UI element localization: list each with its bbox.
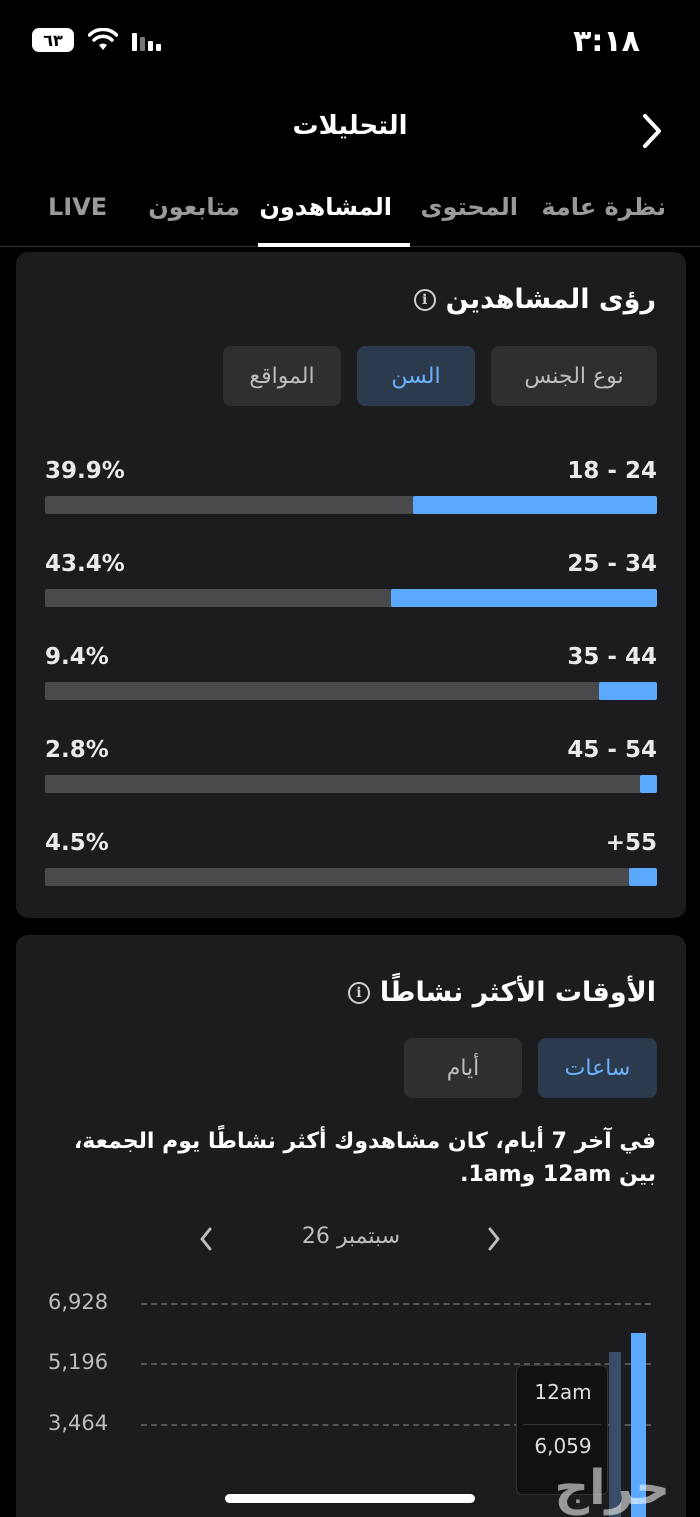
back-button[interactable]	[632, 109, 672, 153]
next-date-button[interactable]	[479, 1224, 509, 1254]
tooltip-divider	[523, 1424, 601, 1425]
y-tick-label: 5,196	[48, 1350, 109, 1374]
age-row: 18 - 24 39.9%	[45, 458, 657, 518]
age-range-label: 35 - 44	[567, 644, 657, 670]
status-bar: ٦٣ ٣:١٨	[0, 0, 700, 90]
age-bar-fill	[629, 868, 657, 886]
active-times-title-text: الأوقات الأكثر نشاطًا	[379, 977, 656, 1008]
viewers-insights-title-text: رؤى المشاهدين	[445, 284, 656, 315]
y-tick-label: 6,928	[48, 1290, 109, 1314]
age-percent-label: 4.5%	[45, 830, 109, 856]
info-icon[interactable]: i	[413, 288, 436, 311]
age-bar-track	[45, 589, 657, 607]
header: التحليلات	[0, 95, 700, 165]
age-percent-label: 43.4%	[45, 551, 125, 577]
watermark-logo: حراج	[554, 1460, 671, 1516]
date-label: 26 سبتمبر	[301, 1224, 401, 1249]
age-row: 25 - 34 43.4%	[45, 551, 657, 611]
home-indicator[interactable]	[225, 1494, 475, 1503]
age-range-label: +55	[605, 830, 657, 856]
age-bar-fill	[412, 496, 657, 514]
active-tab-indicator	[258, 243, 410, 247]
active-times-card: الأوقات الأكثر نشاطًا i ساعات أيام في آخ…	[16, 935, 686, 1517]
active-times-title: الأوقات الأكثر نشاطًا i	[347, 977, 656, 1008]
age-range-label: 45 - 54	[567, 737, 657, 763]
age-percent-label: 39.9%	[45, 458, 125, 484]
tooltip-time: 12am	[534, 1380, 592, 1404]
tab-content[interactable]: المحتوى	[421, 193, 518, 221]
y-tick-label: 3,464	[48, 1411, 109, 1435]
age-range-label: 18 - 24	[567, 458, 657, 484]
status-icons: ٦٣	[32, 28, 164, 52]
grid-line	[141, 1303, 651, 1305]
tab-overview[interactable]: نظرة عامة	[541, 193, 666, 221]
battery-icon: ٦٣	[32, 28, 74, 52]
active-times-summary: في آخر 7 أيام، كان مشاهدوك أكثر نشاطًا ي…	[73, 1129, 656, 1187]
age-bar-fill	[639, 775, 657, 793]
info-icon[interactable]: i	[347, 981, 370, 1004]
viewers-insights-title: رؤى المشاهدين i	[413, 284, 656, 315]
segment-gender[interactable]: نوع الجنس	[491, 346, 657, 406]
age-range-label: 25 - 34	[567, 551, 657, 577]
age-bar-fill	[599, 682, 657, 700]
age-percent-label: 9.4%	[45, 644, 109, 670]
age-bar-track	[45, 775, 657, 793]
chevron-right-icon	[643, 114, 661, 148]
segment-locations[interactable]: المواقع	[223, 346, 341, 406]
segment-age[interactable]: السن	[357, 346, 475, 406]
age-bar-track	[45, 682, 657, 700]
age-percent-label: 2.8%	[45, 737, 109, 763]
page-title: التحليلات	[292, 111, 408, 141]
tab-viewers[interactable]: المشاهدون	[259, 193, 392, 221]
age-row: +55 4.5%	[45, 830, 657, 890]
age-bar-fill	[391, 589, 657, 607]
tab-bar: نظرة عامة المحتوى المشاهدون متابعون LIVE	[0, 175, 700, 247]
age-row: 45 - 54 2.8%	[45, 737, 657, 797]
segment-hours[interactable]: ساعات	[538, 1038, 657, 1098]
age-row: 35 - 44 9.4%	[45, 644, 657, 704]
segment-days[interactable]: أيام	[404, 1038, 522, 1098]
chevron-right-icon	[488, 1227, 500, 1251]
age-bar-track	[45, 868, 657, 886]
cell-signal-icon	[132, 29, 164, 51]
date-navigator: 26 سبتمبر	[16, 1220, 686, 1260]
viewers-insights-card: رؤى المشاهدين i نوع الجنس السن المواقع 1…	[16, 252, 686, 918]
tab-followers[interactable]: متابعون	[148, 193, 240, 221]
wifi-icon	[88, 28, 118, 52]
tab-live[interactable]: LIVE	[48, 193, 107, 221]
tooltip-value: 6,059	[534, 1434, 592, 1458]
age-bar-track	[45, 496, 657, 514]
status-time: ٣:١٨	[573, 24, 640, 59]
